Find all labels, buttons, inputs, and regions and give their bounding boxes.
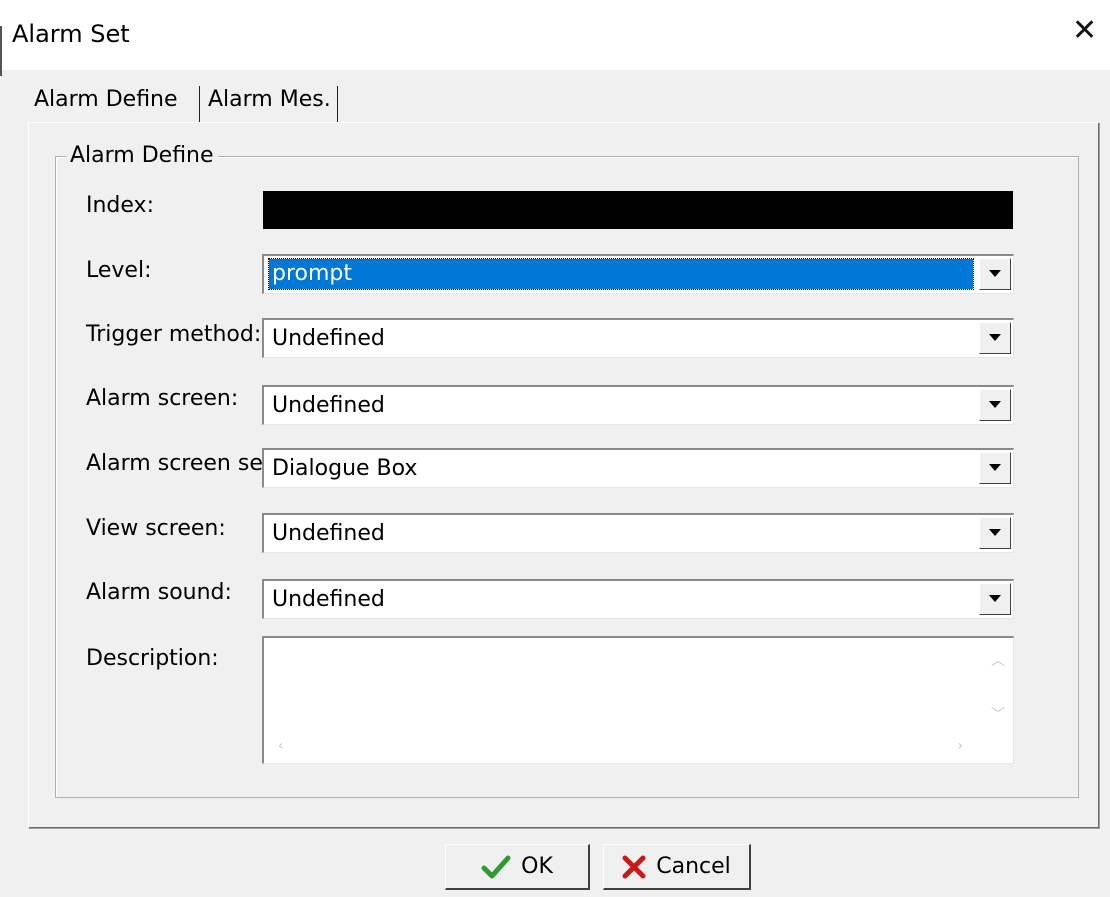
tab-divider (337, 86, 338, 122)
alarm-screen-set-dropdown-button[interactable] (979, 452, 1011, 484)
scroll-left-icon[interactable]: ‹ (278, 738, 284, 754)
alarm-sound-value: Undefined (272, 587, 385, 612)
alarm-screen-label: Alarm screen: (86, 386, 239, 411)
level-label: Level: (86, 258, 152, 283)
window-edge-mark (0, 26, 2, 76)
scroll-down-icon[interactable]: ﹀ (991, 704, 1005, 724)
button-row: OK Cancel (0, 834, 1110, 897)
alarm-screen-set-select[interactable]: Dialogue Box (262, 448, 1014, 488)
chevron-down-icon (989, 595, 1001, 602)
description-label: Description: (86, 646, 219, 671)
scroll-right-icon[interactable]: › (957, 738, 963, 754)
view-screen-value: Undefined (272, 521, 385, 546)
x-icon (622, 855, 646, 878)
view-screen-label: View screen: (86, 516, 226, 541)
index-label: Index: (86, 193, 154, 218)
tab-divider (199, 86, 200, 122)
trigger-method-label: Trigger method: (86, 322, 262, 347)
chevron-down-icon (989, 334, 1001, 341)
alarm-sound-dropdown-button[interactable] (979, 583, 1011, 615)
group-title: Alarm Define (66, 143, 218, 168)
alarm-screen-dropdown-button[interactable] (979, 389, 1011, 421)
checkmark-icon (481, 855, 511, 878)
tab-alarm-define[interactable]: Alarm Define (34, 78, 178, 126)
alarm-screen-select[interactable]: Undefined (262, 385, 1014, 425)
alarm-screen-set-value: Dialogue Box (272, 456, 418, 481)
cancel-button[interactable]: Cancel (603, 844, 751, 890)
scroll-up-icon[interactable]: ︿ (991, 650, 1005, 670)
window-title: Alarm Set (12, 20, 130, 48)
close-icon[interactable]: ✕ (1072, 16, 1097, 46)
title-bar: Alarm Set ✕ (0, 0, 1110, 76)
ok-label: OK (521, 854, 553, 879)
description-textarea[interactable]: ︿ ﹀ ‹ › (262, 636, 1014, 764)
view-screen-dropdown-button[interactable] (979, 517, 1011, 549)
level-value: prompt (272, 261, 353, 286)
chevron-down-icon (989, 270, 1001, 277)
index-field[interactable] (263, 191, 1013, 229)
ok-button[interactable]: OK (445, 844, 590, 890)
view-screen-select[interactable]: Undefined (262, 513, 1014, 553)
alarm-sound-select[interactable]: Undefined (262, 579, 1014, 619)
chevron-down-icon (989, 529, 1001, 536)
alarm-screen-value: Undefined (272, 393, 385, 418)
trigger-method-value: Undefined (272, 326, 385, 351)
cancel-label: Cancel (656, 854, 731, 879)
tab-alarm-mes[interactable]: Alarm Mes. (208, 78, 331, 126)
alarm-screen-set-label: Alarm screen set (86, 451, 272, 476)
trigger-method-dropdown-button[interactable] (979, 322, 1011, 354)
level-dropdown-button[interactable] (979, 258, 1011, 290)
level-select[interactable]: prompt (262, 254, 1014, 294)
alarm-sound-label: Alarm sound: (86, 580, 232, 605)
trigger-method-select[interactable]: Undefined (262, 318, 1014, 358)
chevron-down-icon (989, 401, 1001, 408)
chevron-down-icon (989, 464, 1001, 471)
